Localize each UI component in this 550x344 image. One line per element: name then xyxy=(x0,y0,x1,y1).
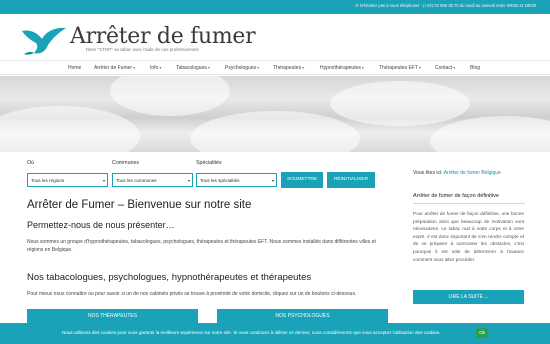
nav-item-hypnotherapeutes[interactable]: Hypnothérapeutes▾ xyxy=(320,65,364,71)
hero-banner xyxy=(0,76,550,152)
intro-heading: Permettez-nous de nous présenter… xyxy=(27,220,175,230)
chevron-down-icon: ▾ xyxy=(257,65,260,70)
region-select[interactable]: Tous les régions ▾ xyxy=(27,173,108,187)
chevron-down-icon: ▾ xyxy=(418,65,421,70)
site-header: Arrêter de fumer Dites "STOP" au tabac a… xyxy=(0,14,550,60)
nav-item-therapeutes[interactable]: Thérapeutes▾ xyxy=(273,65,304,71)
phone-icon: ✆ xyxy=(355,3,359,8)
chevron-down-icon: ▾ xyxy=(133,65,136,70)
nav-item-therapeutes-eft[interactable]: Thérapeutes EFT▾ xyxy=(379,65,421,71)
breadcrumb-link[interactable]: Arrêter de fumer Belgique xyxy=(444,170,501,176)
main-nav: Home Arrêter de Fumer▾ Info▾ Tabacologue… xyxy=(0,60,550,75)
chevron-down-icon: ▾ xyxy=(159,65,162,70)
cookie-message: Nous utilisons des cookies pour vous gar… xyxy=(62,330,441,335)
phone-info: ✆ N'hésitez pas à nous téléphoner : (+32… xyxy=(355,3,536,8)
chevron-down-icon: ▾ xyxy=(453,65,456,70)
cloud-shape xyxy=(330,81,470,126)
bird-logo-icon[interactable] xyxy=(20,25,68,57)
nav-item-contact[interactable]: Contact▾ xyxy=(435,65,455,71)
cloud-shape xyxy=(190,111,360,152)
sidebar-text: Pour arrêter de fumer de façon définitiv… xyxy=(413,211,524,262)
chevron-down-icon: ▾ xyxy=(361,65,364,70)
section-heading: Nos tabacologues, psychologues, hypnothé… xyxy=(27,272,312,283)
phone-text: N'hésitez pas à nous téléphoner : (+32) … xyxy=(360,3,536,8)
sidebar-divider xyxy=(413,203,525,204)
intro-text: Nous sommes un groupe d'hypnothérapeutes… xyxy=(27,239,376,253)
nav-item-arreter-de-fumer[interactable]: Arrêter de Fumer▾ xyxy=(94,65,135,71)
cloud-shape xyxy=(430,116,550,152)
specialty-select[interactable]: Tous les spécialités ▾ xyxy=(196,173,277,187)
nav-item-home[interactable]: Home xyxy=(68,65,81,71)
commune-select[interactable]: Tous les communes ▾ xyxy=(112,173,193,187)
cookie-banner: Nous utilisons des cookies pour vous gar… xyxy=(0,323,550,344)
page-title: Arrêter de Fumer – Bienvenue sur notre s… xyxy=(27,199,252,211)
cloud-shape xyxy=(110,76,230,116)
top-bar: ✆ N'hésitez pas à nous téléphoner : (+32… xyxy=(0,0,550,14)
read-more-button[interactable]: LIRE LA SUITE ... xyxy=(413,290,524,304)
site-tagline: Dites "STOP" au tabac avec l'aide de nos… xyxy=(86,47,199,52)
where-label: Où xyxy=(27,160,35,166)
site-title[interactable]: Arrêter de fumer xyxy=(70,24,256,49)
reset-button[interactable]: RÉINITIALISER xyxy=(327,172,375,188)
sidebar-heading: Arrêter de fumer de façon définitive xyxy=(413,193,499,199)
chevron-down-icon: ▾ xyxy=(102,178,105,183)
breadcrumb-prefix: Vous êtes ici: xyxy=(413,170,443,176)
section-text: Pour mieux nous connaître ou pour savoir… xyxy=(27,291,357,297)
commune-label: Communes xyxy=(112,160,140,166)
cloud-shape xyxy=(0,106,140,152)
cookie-ok-button[interactable]: Ok xyxy=(476,328,488,338)
nav-item-psychologues[interactable]: Psychologues▾ xyxy=(225,65,259,71)
therapists-button[interactable]: NOS THÉRAPEUTES xyxy=(27,309,198,323)
nav-item-info[interactable]: Info▾ xyxy=(150,65,161,71)
chevron-down-icon: ▾ xyxy=(302,65,305,70)
breadcrumb: Vous êtes ici: Arrêter de fumer Belgique xyxy=(413,170,501,176)
chevron-down-icon: ▾ xyxy=(271,178,274,183)
submit-button[interactable]: SOUMETTRE xyxy=(281,172,323,188)
chevron-down-icon: ▾ xyxy=(207,65,210,70)
chevron-down-icon: ▾ xyxy=(187,178,190,183)
psychologists-button[interactable]: NOS PSYCHOLOGUES xyxy=(217,309,388,323)
specialty-label: Spécialités xyxy=(196,160,222,166)
nav-item-tabacologues[interactable]: Tabacologues▾ xyxy=(176,65,210,71)
nav-item-blog[interactable]: Blog xyxy=(470,65,480,71)
